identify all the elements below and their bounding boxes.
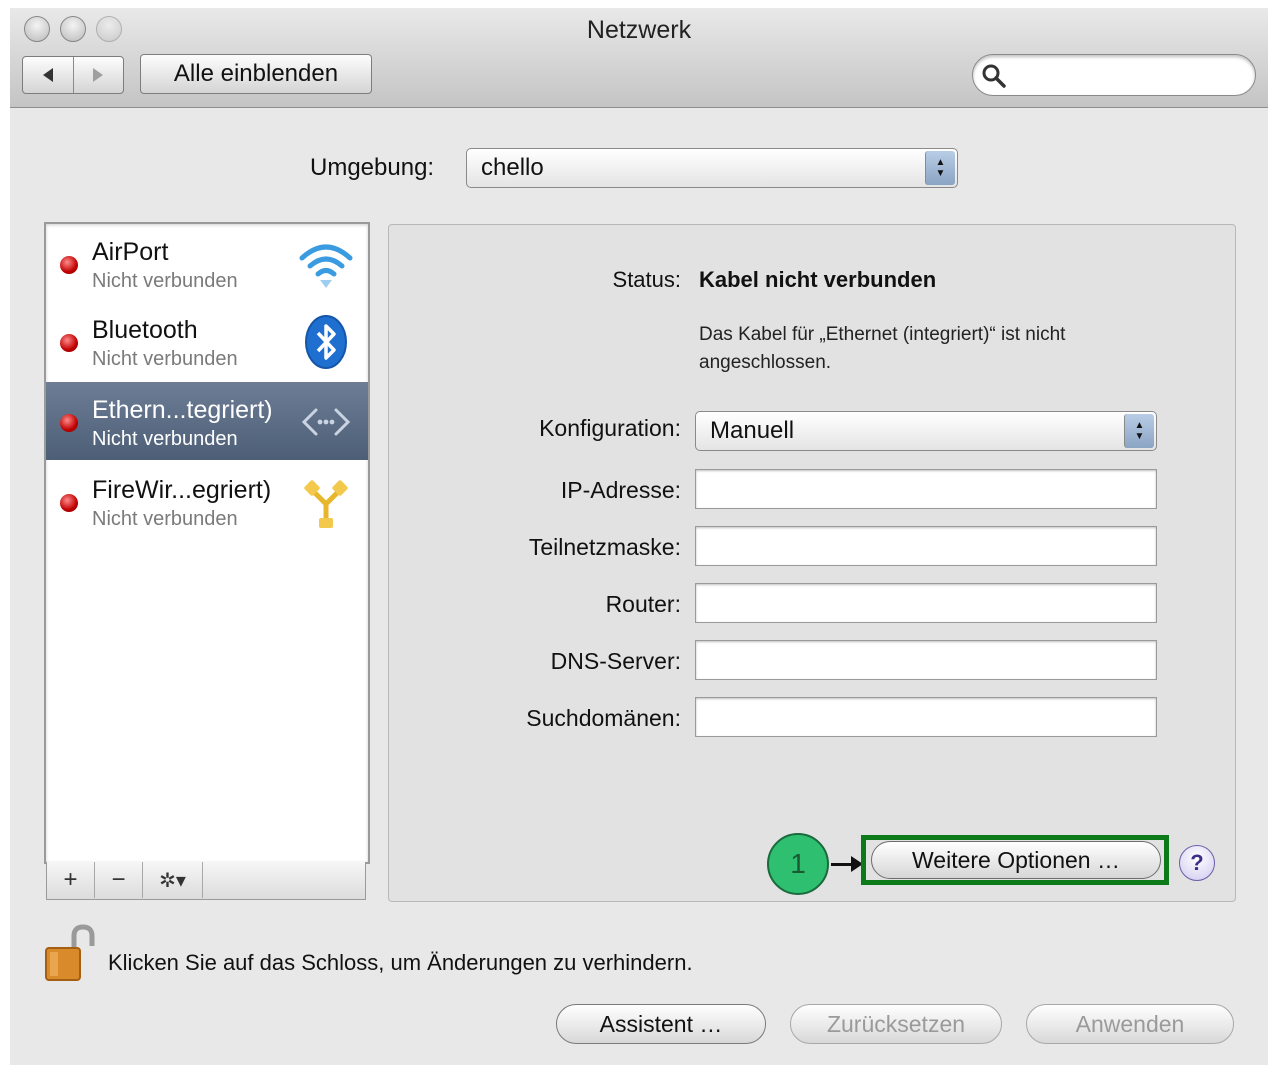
apply-button[interactable]: Anwenden bbox=[1026, 1004, 1234, 1044]
search-domains-field[interactable] bbox=[695, 697, 1157, 737]
status-description: Das Kabel für „Ethernet (integriert)“ is… bbox=[699, 324, 1066, 373]
ethernet-icon bbox=[301, 408, 351, 436]
configuration-label: Konfiguration: bbox=[539, 415, 681, 441]
service-status: Nicht verbunden bbox=[92, 348, 238, 370]
status-dot-icon bbox=[60, 494, 78, 512]
network-preferences-window: Netzwerk Alle einblenden Umgebung: chell… bbox=[10, 8, 1268, 1065]
service-name: Bluetooth bbox=[92, 316, 198, 344]
configuration-popup[interactable]: Manuell ▲ ▼ bbox=[695, 411, 1157, 451]
subnet-mask-label: Teilnetzmaske: bbox=[528, 534, 681, 560]
bluetooth-icon bbox=[305, 315, 347, 369]
service-item-bluetooth[interactable]: Bluetooth Nicht verbunden bbox=[46, 302, 368, 380]
status-dot-icon bbox=[60, 334, 78, 352]
remove-service-button[interactable]: − bbox=[95, 862, 143, 898]
firewire-icon bbox=[304, 480, 348, 528]
service-name: Ethern...tegriert) bbox=[92, 396, 273, 424]
ip-address-field[interactable] bbox=[695, 469, 1157, 509]
service-name: FireWir...egriert) bbox=[92, 476, 272, 504]
gear-menu-button[interactable]: ✲▾ bbox=[143, 862, 203, 898]
service-status: Nicht verbunden bbox=[92, 428, 238, 450]
ethernet-detail-panel: Status: Kabel nicht verbunden Das Kabel … bbox=[388, 224, 1236, 902]
status-dot-icon bbox=[60, 256, 78, 274]
callout-marker: 1 bbox=[767, 833, 829, 895]
ip-address-input[interactable] bbox=[696, 470, 1156, 508]
service-status: Nicht verbunden bbox=[92, 508, 238, 530]
search-domains-input[interactable] bbox=[696, 698, 1156, 736]
subnet-mask-input[interactable] bbox=[696, 527, 1156, 565]
router-label: Router: bbox=[605, 591, 681, 617]
status-dot-icon bbox=[60, 414, 78, 432]
back-forward-control bbox=[22, 56, 124, 94]
service-item-airport[interactable]: AirPort Nicht verbunden bbox=[46, 224, 368, 302]
service-item-firewire[interactable]: FireWir...egriert) Nicht verbunden bbox=[46, 462, 368, 540]
search-icon bbox=[982, 64, 1006, 88]
help-button[interactable]: ? bbox=[1179, 845, 1215, 881]
ip-address-label: IP-Adresse: bbox=[560, 477, 681, 503]
service-list-buttons: + − ✲▾ bbox=[46, 862, 366, 900]
subnet-mask-field[interactable] bbox=[695, 526, 1157, 566]
forward-button[interactable] bbox=[72, 57, 124, 93]
search-domains-label: Suchdomänen: bbox=[526, 705, 681, 731]
title-toolbar: Netzwerk Alle einblenden bbox=[10, 8, 1268, 108]
wifi-icon bbox=[299, 244, 353, 288]
forward-arrow-icon bbox=[93, 68, 104, 82]
environment-label: Umgebung: bbox=[310, 154, 435, 181]
status-value: Kabel nicht verbunden bbox=[699, 267, 937, 292]
back-arrow-icon bbox=[42, 68, 53, 82]
search-input[interactable] bbox=[1013, 61, 1243, 89]
revert-button[interactable]: Zurücksetzen bbox=[790, 1004, 1002, 1044]
dns-server-field[interactable] bbox=[695, 640, 1157, 680]
popup-arrows-icon: ▲ ▼ bbox=[1124, 414, 1154, 448]
lock-icon[interactable] bbox=[44, 924, 96, 984]
router-field[interactable] bbox=[695, 583, 1157, 623]
back-button[interactable] bbox=[23, 57, 73, 93]
environment-value: chello bbox=[481, 154, 544, 181]
search-field[interactable] bbox=[972, 54, 1256, 96]
router-input[interactable] bbox=[696, 584, 1156, 622]
service-item-ethernet[interactable]: Ethern...tegriert) Nicht verbunden bbox=[46, 382, 368, 460]
dns-server-input[interactable] bbox=[696, 641, 1156, 679]
configuration-value: Manuell bbox=[710, 417, 795, 444]
more-options-button[interactable]: Weitere Optionen … bbox=[871, 841, 1161, 879]
status-label: Status: bbox=[612, 267, 681, 292]
service-list: AirPort Nicht verbunden Bluetooth Nicht … bbox=[44, 222, 370, 864]
show-all-button[interactable]: Alle einblenden bbox=[140, 54, 372, 94]
dns-server-label: DNS-Server: bbox=[550, 648, 681, 674]
window-title: Netzwerk bbox=[586, 16, 692, 44]
service-name: AirPort bbox=[92, 238, 169, 266]
add-service-button[interactable]: + bbox=[47, 862, 95, 898]
popup-arrows-icon: ▲ ▼ bbox=[925, 151, 955, 185]
service-status: Nicht verbunden bbox=[92, 270, 238, 292]
environment-popup[interactable]: chello ▲ ▼ bbox=[466, 148, 958, 188]
assistant-button[interactable]: Assistent … bbox=[556, 1004, 766, 1044]
lock-hint-text: Klicken Sie auf das Schloss, um Änderung… bbox=[108, 950, 693, 975]
